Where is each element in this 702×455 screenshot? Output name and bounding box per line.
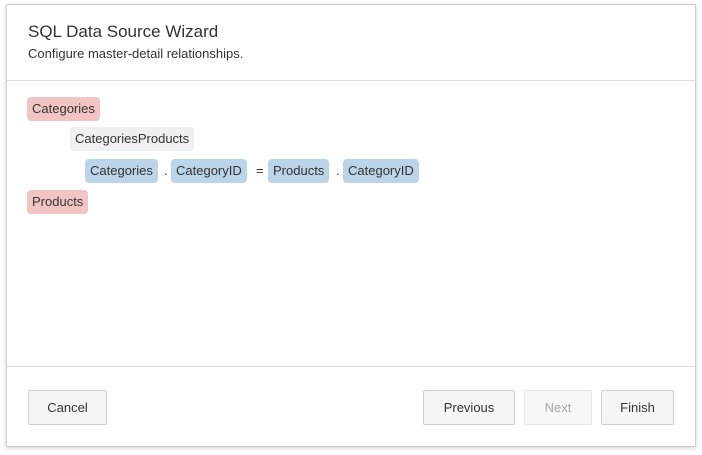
condition-left-dot: .	[164, 163, 168, 178]
next-button[interactable]: Next	[524, 390, 592, 425]
master-detail-relationships-panel: Categories CategoriesProducts Categories…	[7, 82, 695, 366]
cancel-button[interactable]: Cancel	[28, 390, 107, 425]
condition-left-column-chip[interactable]: CategoryID	[171, 159, 247, 183]
condition-operator[interactable]: =	[256, 159, 264, 183]
wizard-title: SQL Data Source Wizard	[28, 22, 219, 41]
wizard-header: SQL Data Source Wizard Configure master-…	[7, 5, 695, 81]
previous-button[interactable]: Previous	[423, 390, 515, 425]
condition-right-dot: .	[336, 163, 340, 178]
master-table-chip[interactable]: Categories	[27, 97, 100, 121]
condition-left-table-chip[interactable]: Categories	[85, 159, 158, 183]
wizard-subtitle: Configure master-detail relationships.	[28, 46, 244, 61]
finish-button[interactable]: Finish	[601, 390, 674, 425]
relation-name-chip[interactable]: CategoriesProducts	[70, 127, 195, 151]
sql-data-source-wizard-dialog: SQL Data Source Wizard Configure master-…	[6, 4, 696, 447]
condition-right-table-chip[interactable]: Products	[268, 159, 330, 183]
detail-table-chip[interactable]: Products	[27, 190, 89, 214]
wizard-footer: Cancel Previous Next Finish	[7, 366, 695, 448]
condition-right-column-chip[interactable]: CategoryID	[343, 159, 419, 183]
